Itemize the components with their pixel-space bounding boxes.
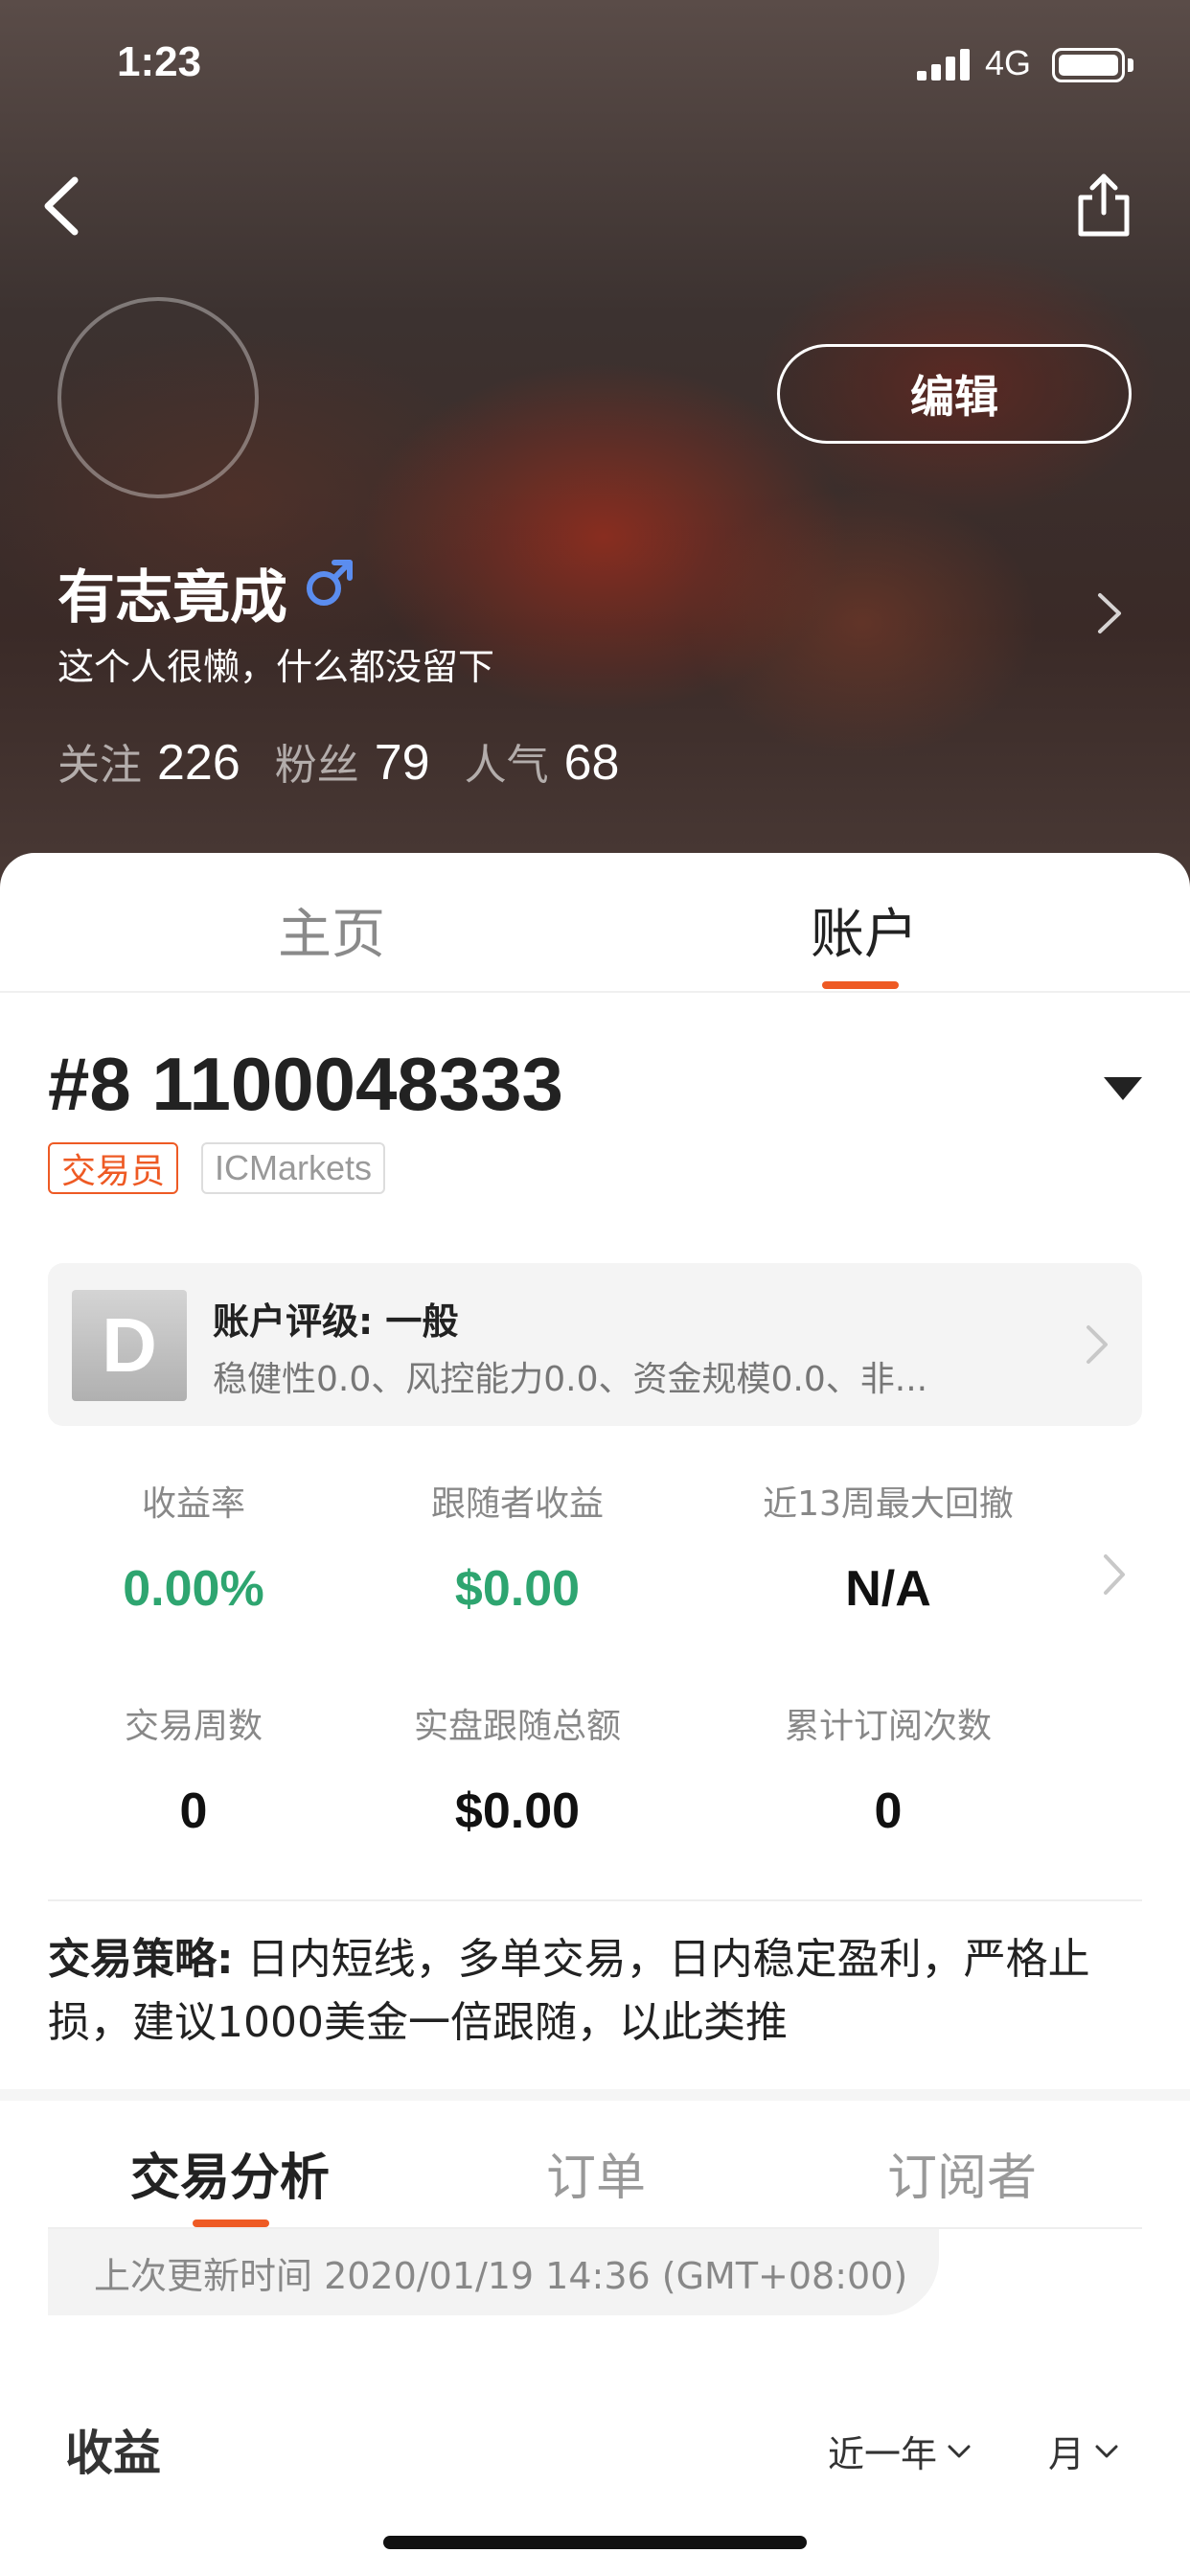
share-button[interactable] <box>1073 171 1134 240</box>
metric-label: 收益率 <box>141 1484 245 1524</box>
status-bar: 1:23 4G <box>0 0 1190 129</box>
battery-tip <box>1128 58 1133 72</box>
followers-label[interactable]: 粉丝 <box>275 730 359 792</box>
profile-detail-arrow[interactable] <box>1092 589 1127 637</box>
last-updated-notice: 上次更新时间 2020/01/19 14:36 (GMT+08:00) <box>48 2229 939 2315</box>
metric-subscription-count: 累计订阅次数 0 <box>706 1698 1070 1840</box>
tab-trade-analysis[interactable]: 交易分析 <box>130 2137 330 2209</box>
network-type: 4G <box>985 43 1032 82</box>
metric-label: 跟随者收益 <box>430 1484 604 1524</box>
tab-account[interactable]: 账户 <box>811 891 918 969</box>
metric-max-drawdown: 近13周最大回撤 N/A <box>706 1476 1070 1618</box>
followers-count[interactable]: 79 <box>375 734 430 792</box>
content-sheet: 主页 账户 #8 1100048333 交易员 ICMarkets D 账户评级… <box>0 853 1190 2576</box>
tab-orders[interactable]: 订单 <box>546 2137 646 2209</box>
metric-live-follow-total: 实盘跟随总额 $0.00 <box>335 1698 699 1840</box>
sub-tabs: 交易分析 订单 订阅者 <box>48 2101 1142 2229</box>
tab-home[interactable]: 主页 <box>278 891 385 969</box>
metric-follower-profit: 跟随者收益 $0.00 <box>335 1476 699 1618</box>
popularity-label: 人气 <box>464 741 549 790</box>
rating-description: 稳健性0.0、风控能力0.0、资金规模0.0、非... <box>213 1360 928 1399</box>
edit-profile-button[interactable]: 编辑 <box>777 344 1132 444</box>
metric-value: 0 <box>874 1783 903 1839</box>
metric-value: 0 <box>179 1783 208 1839</box>
trading-strategy: 交易策略: 日内短线，多单交易，日内稳定盈利，严格止损，建议1000美金一倍跟随… <box>48 1928 1150 2055</box>
account-switcher-button[interactable] <box>1104 1077 1142 1102</box>
rating-grade: D <box>72 1290 187 1401</box>
triangle-down-icon <box>1104 1077 1142 1100</box>
chevron-right-icon <box>1100 1551 1129 1598</box>
divider <box>48 1899 1142 1901</box>
metric-label: 交易周数 <box>124 1707 263 1746</box>
account-rating-card[interactable]: D 账户评级: 一般 稳健性0.0、风控能力0.0、资金规模0.0、非... <box>48 1263 1142 1426</box>
period-filter-label: 近一年 <box>828 2433 938 2475</box>
metric-value: 0.00% <box>123 1561 264 1617</box>
chevron-left-icon <box>44 176 79 236</box>
metric-value: N/A <box>845 1561 931 1617</box>
following-label[interactable]: 关注 <box>57 730 142 792</box>
main-tabs: 主页 账户 <box>0 853 1190 993</box>
metric-value: $0.00 <box>454 1561 581 1617</box>
share-icon <box>1078 173 1130 237</box>
metric-label: 近13周最大回撤 <box>763 1484 1014 1524</box>
metric-value: $0.00 <box>454 1783 581 1839</box>
earnings-title: 收益 <box>65 2426 161 2481</box>
section-separator <box>0 2089 1190 2101</box>
metric-trading-weeks: 交易周数 0 <box>11 1698 376 1840</box>
profile-stats: 关注 226 粉丝 79 人气 68 <box>57 730 653 792</box>
chevron-right-icon <box>1083 1322 1111 1367</box>
user-bio: 这个人很懒，什么都没留下 <box>57 646 495 688</box>
role-badge: 交易员 <box>48 1142 179 1194</box>
popularity-count: 68 <box>563 735 620 791</box>
chevron-down-icon <box>948 2445 971 2457</box>
granularity-filter-label: 月 <box>1048 2433 1086 2475</box>
period-filter[interactable]: 近一年 <box>828 2425 972 2477</box>
signal-icon <box>917 48 973 80</box>
back-button[interactable] <box>38 172 96 240</box>
granularity-filter[interactable]: 月 <box>1048 2425 1119 2477</box>
metric-label: 累计订阅次数 <box>784 1707 992 1746</box>
profile-header-background: 1:23 4G 编辑 有志竟成 这个人很懒，什么都没留下 关注 226 粉丝 7… <box>0 0 1190 901</box>
metric-label: 实盘跟随总额 <box>413 1707 621 1746</box>
battery-icon <box>1052 48 1125 82</box>
chevron-right-icon <box>1098 593 1121 633</box>
broker-badge: ICMarkets <box>201 1142 386 1194</box>
status-time: 1:23 <box>117 38 202 85</box>
tab-subscribers[interactable]: 订阅者 <box>887 2137 1037 2209</box>
sub-tab-active-indicator <box>193 2220 269 2227</box>
male-icon <box>303 556 356 610</box>
username: 有志竟成 <box>57 564 287 632</box>
account-number: #8 1100048333 <box>48 1042 563 1126</box>
tab-active-indicator <box>822 981 899 989</box>
avatar[interactable] <box>57 297 259 498</box>
following-count[interactable]: 226 <box>157 734 240 792</box>
metric-return-rate: 收益率 0.00% <box>11 1476 376 1618</box>
home-indicator[interactable] <box>383 2536 807 2549</box>
rating-title: 账户评级: 一般 <box>213 1300 459 1343</box>
strategy-label: 交易策略: <box>48 1935 234 1984</box>
account-metrics[interactable]: 收益率 0.00% 跟随者收益 $0.00 近13周最大回撤 N/A 交易周数 … <box>0 1476 1190 1878</box>
chevron-down-icon <box>1095 2445 1118 2457</box>
